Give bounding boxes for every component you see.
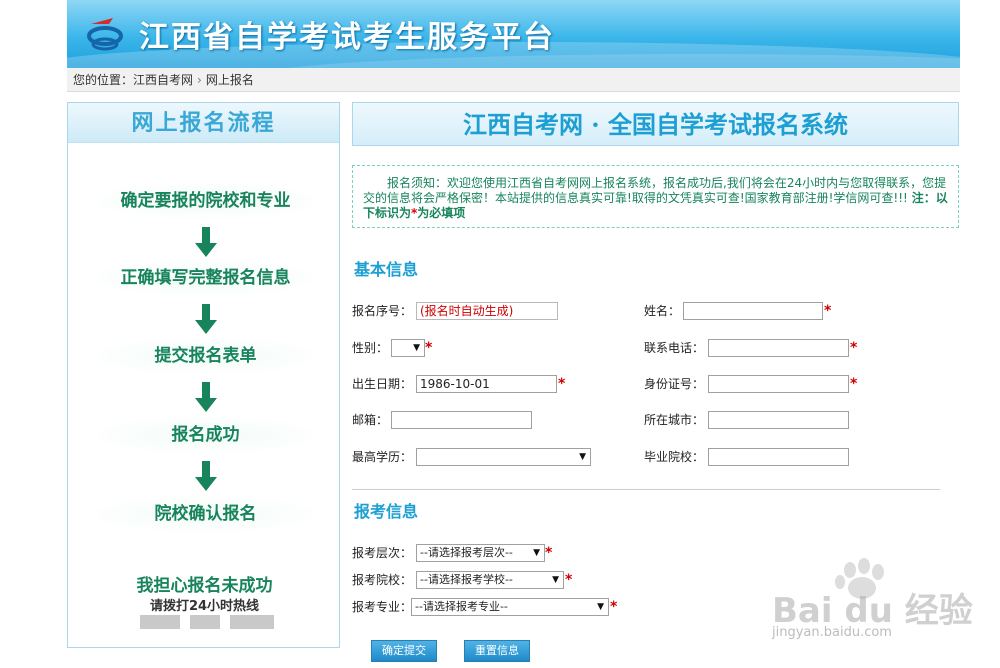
level-select-value: --请选择报考层次-- xyxy=(420,546,513,559)
name-label: 姓名： xyxy=(644,304,681,318)
required-mark: * xyxy=(850,376,858,392)
level-select[interactable]: --请选择报考层次-- ▼ xyxy=(416,544,545,562)
basic-info-title: 基本信息 xyxy=(354,260,419,279)
required-mark: * xyxy=(545,545,553,561)
worry-heading: 我担心报名未成功 xyxy=(136,576,273,596)
gender-label: 性别： xyxy=(352,341,389,355)
phone-label: 联系电话： xyxy=(644,341,705,355)
process-title: 网上报名流程 xyxy=(68,103,339,143)
page: 江西省自学考试考生服务平台 您的位置：江西自考网 › 网上报名 网上报名流程 确定要… xyxy=(0,0,1000,668)
breadcrumb-prefix: 您的位置： xyxy=(73,73,134,87)
system-title: 江西自考网 · 全国自学考试报名系统 xyxy=(352,102,959,146)
process-step-1: 确定要报的院校和专业 xyxy=(98,183,313,219)
chevron-down-icon: ▼ xyxy=(413,343,420,353)
required-mark: * xyxy=(565,572,573,588)
required-mark: * xyxy=(850,340,858,356)
gender-select[interactable]: ▼ xyxy=(391,339,425,357)
city-input[interactable] xyxy=(708,411,849,429)
education-label: 最高学历： xyxy=(352,450,413,464)
reset-button[interactable]: 重置信息 xyxy=(464,640,530,662)
city-label: 所在城市： xyxy=(644,413,705,427)
site-banner: 江西省自学考试考生服务平台 xyxy=(67,0,960,68)
name-input[interactable] xyxy=(683,302,823,320)
registration-notice: 报名须知：欢迎您使用江西省自考网网上报名系统，报名成功后,我们将会在24小时内与… xyxy=(352,165,959,228)
breadcrumb-separator: › xyxy=(197,73,202,87)
birth-label: 出生日期： xyxy=(352,377,413,391)
idcard-label: 身份证号： xyxy=(644,377,705,391)
college-select[interactable]: --请选择报考学校-- ▼ xyxy=(416,571,564,589)
down-arrow-icon xyxy=(195,304,217,334)
down-arrow-icon xyxy=(195,461,217,491)
section-divider xyxy=(352,489,940,490)
blurred-phone xyxy=(140,615,180,629)
school-input[interactable] xyxy=(708,448,849,466)
process-step-4: 报名成功 xyxy=(98,417,313,453)
site-title: 江西省自学考试考生服务平台 xyxy=(139,20,555,55)
birth-input[interactable]: 1986-10-01 xyxy=(416,375,557,393)
required-mark: * xyxy=(558,376,566,392)
watermark-url: jingyan.baidu.com xyxy=(772,625,892,640)
major-select-value: --请选择报考专业-- xyxy=(415,600,508,613)
phone-input[interactable] xyxy=(708,339,849,357)
process-step-3: 提交报名表单 xyxy=(98,338,313,374)
exam-info-title: 报考信息 xyxy=(354,502,419,521)
chevron-down-icon: ▼ xyxy=(579,452,586,462)
serial-input[interactable]: (报名时自动生成) xyxy=(416,302,558,320)
down-arrow-icon xyxy=(195,382,217,412)
email-label: 邮箱： xyxy=(352,413,389,427)
blurred-phone xyxy=(190,615,220,629)
required-mark: * xyxy=(610,599,618,615)
process-panel: 网上报名流程 确定要报的院校和专业 正确填写完整报名信息 提交报名表单 报名成功… xyxy=(67,102,340,648)
notice-text: 报名须知：欢迎您使用江西省自考网网上报名系统，报名成功后,我们将会在24小时内与… xyxy=(363,176,947,205)
major-label: 报考专业： xyxy=(352,600,413,614)
hotline-label: 请拨打24小时热线 xyxy=(149,599,260,614)
process-step-2: 正确填写完整报名信息 xyxy=(98,260,313,296)
chevron-down-icon: ▼ xyxy=(597,602,604,612)
site-logo-icon xyxy=(87,18,123,51)
notice-required-tail: 为必填项 xyxy=(417,206,466,220)
submit-button[interactable]: 确定提交 xyxy=(371,640,437,662)
required-mark: * xyxy=(824,303,832,319)
college-select-value: --请选择报考学校-- xyxy=(420,573,513,586)
education-select[interactable]: ▼ xyxy=(416,448,591,466)
serial-label: 报名序号： xyxy=(352,304,413,318)
email-input[interactable] xyxy=(391,411,532,429)
chevron-down-icon: ▼ xyxy=(533,548,540,558)
blurred-phone xyxy=(230,615,274,629)
level-label: 报考层次： xyxy=(352,546,413,560)
major-select[interactable]: --请选择报考专业-- ▼ xyxy=(411,598,609,616)
process-step-5: 院校确认报名 xyxy=(98,496,313,532)
school-label: 毕业院校： xyxy=(644,450,705,464)
idcard-input[interactable] xyxy=(708,375,849,393)
chevron-down-icon: ▼ xyxy=(552,575,559,585)
down-arrow-icon xyxy=(195,227,217,257)
breadcrumb: 您的位置：江西自考网 › 网上报名 xyxy=(67,68,960,92)
breadcrumb-current[interactable]: 网上报名 xyxy=(206,68,254,92)
required-mark: * xyxy=(425,340,433,356)
breadcrumb-link-home[interactable]: 江西自考网 xyxy=(133,68,193,92)
college-label: 报考院校： xyxy=(352,573,413,587)
